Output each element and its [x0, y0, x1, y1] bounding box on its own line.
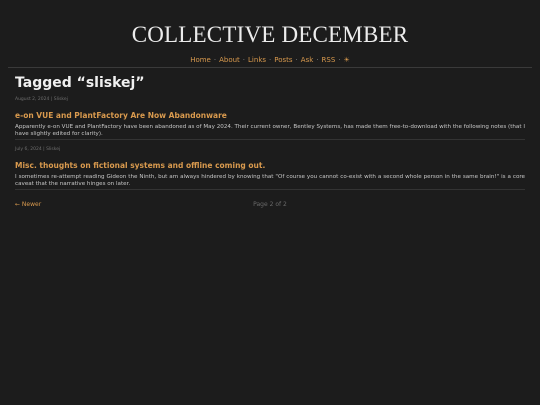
post-item: August 2, 2024 | Sliskej e-on VUE and Pl… — [15, 97, 525, 138]
nav-separator: · — [316, 56, 319, 64]
nav-separator: · — [295, 56, 298, 64]
nav-rss-link[interactable]: RSS — [322, 56, 336, 64]
post-excerpt: Apparently e-on VUE and PlantFactory hav… — [15, 124, 525, 137]
site-title[interactable]: COLLECTIVE DECEMBER — [0, 22, 540, 48]
nav-separator: · — [269, 56, 272, 64]
post-title-link[interactable]: Misc. thoughts on fictional systems and … — [15, 161, 265, 171]
page-heading: Tagged “sliskej” — [15, 75, 145, 91]
page: COLLECTIVE DECEMBER Home · About · Links · Pos… — [0, 0, 540, 405]
post-divider — [15, 189, 525, 190]
post-excerpt: I sometimes re-attempt reading Gideon th… — [15, 174, 525, 187]
nav-separator: · — [242, 56, 246, 64]
post-title-link[interactable]: e-on VUE and PlantFactory Are Now Abando… — [15, 111, 227, 121]
pagination: Page 2 of 2 ← Newer — [15, 201, 525, 208]
nav-separator: · — [338, 56, 341, 64]
nav-about-link[interactable]: About — [219, 56, 240, 64]
post-divider — [15, 139, 525, 140]
nav-links-link[interactable]: Links — [248, 56, 266, 64]
page-count: Page 2 of 2 — [253, 201, 287, 208]
main-nav: Home · About · Links · Posts · Ask · RSS · ☀ — [0, 56, 540, 64]
post-meta: July 6, 2024 | Sliskej — [15, 147, 61, 152]
nav-separator: · — [213, 56, 217, 64]
theme-toggle-icon[interactable]: ☀ — [344, 56, 350, 64]
newer-posts-link[interactable]: ← Newer — [15, 201, 41, 208]
nav-home-link[interactable]: Home — [190, 56, 211, 64]
header-divider — [8, 67, 532, 68]
post-item: July 6, 2024 | Sliskej Misc. thoughts on… — [15, 147, 525, 188]
nav-ask-link[interactable]: Ask — [301, 56, 314, 64]
post-meta: August 2, 2024 | Sliskej — [15, 97, 68, 102]
nav-posts-link[interactable]: Posts — [274, 56, 292, 64]
